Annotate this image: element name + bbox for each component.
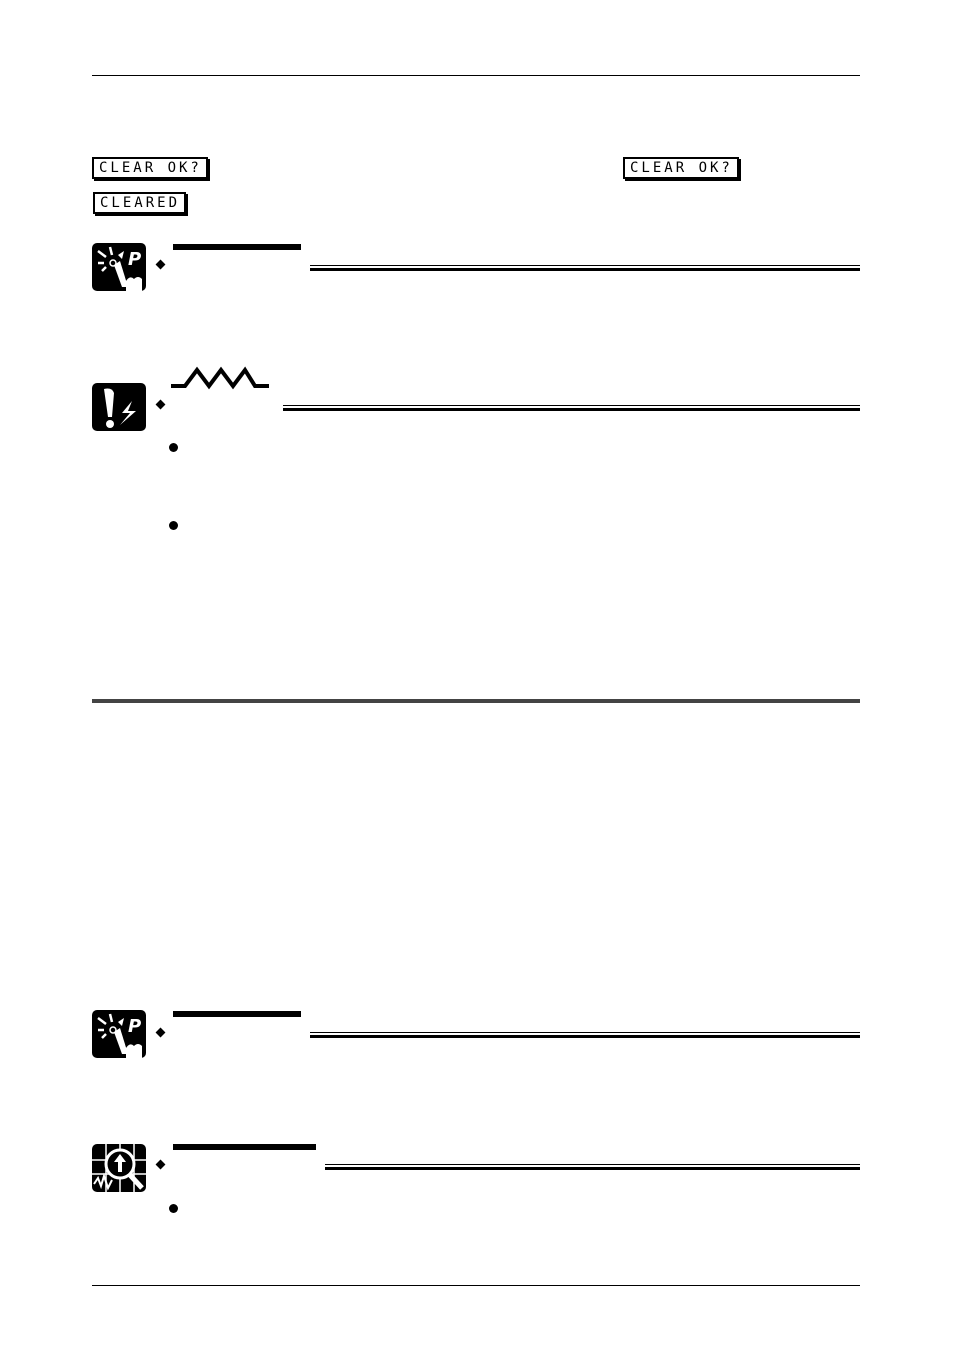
lcd-clear-ok: CLEAR OK? [92, 157, 208, 179]
diamond-marker [155, 399, 166, 410]
svg-text:P: P [128, 1016, 141, 1037]
double-rule [310, 265, 860, 271]
point-hand-icon: P [92, 243, 146, 291]
point-hand-icon: P [92, 1010, 146, 1058]
double-rule [310, 1032, 860, 1038]
diamond-marker [155, 259, 166, 270]
header-rule [92, 75, 860, 76]
footer-rule [92, 1285, 860, 1286]
bullet [169, 1204, 178, 1213]
diamond-marker [155, 1159, 166, 1170]
double-rule [283, 405, 860, 411]
heading-bar [173, 244, 301, 250]
diamond-marker [155, 1027, 166, 1038]
caution-zigzag-icon [171, 366, 269, 390]
lcd-clear-ok-2: CLEAR OK? [623, 157, 739, 179]
bullet [169, 443, 178, 452]
lcd-cleared: CLEARED [93, 192, 187, 214]
heading-bar [173, 1011, 301, 1017]
svg-text:P: P [128, 249, 141, 270]
caution-icon [92, 383, 146, 431]
double-rule [325, 1164, 860, 1170]
section-divider [92, 699, 860, 703]
magnifier-graph-icon [92, 1144, 146, 1192]
bullet [169, 521, 178, 530]
heading-bar [173, 1144, 316, 1150]
